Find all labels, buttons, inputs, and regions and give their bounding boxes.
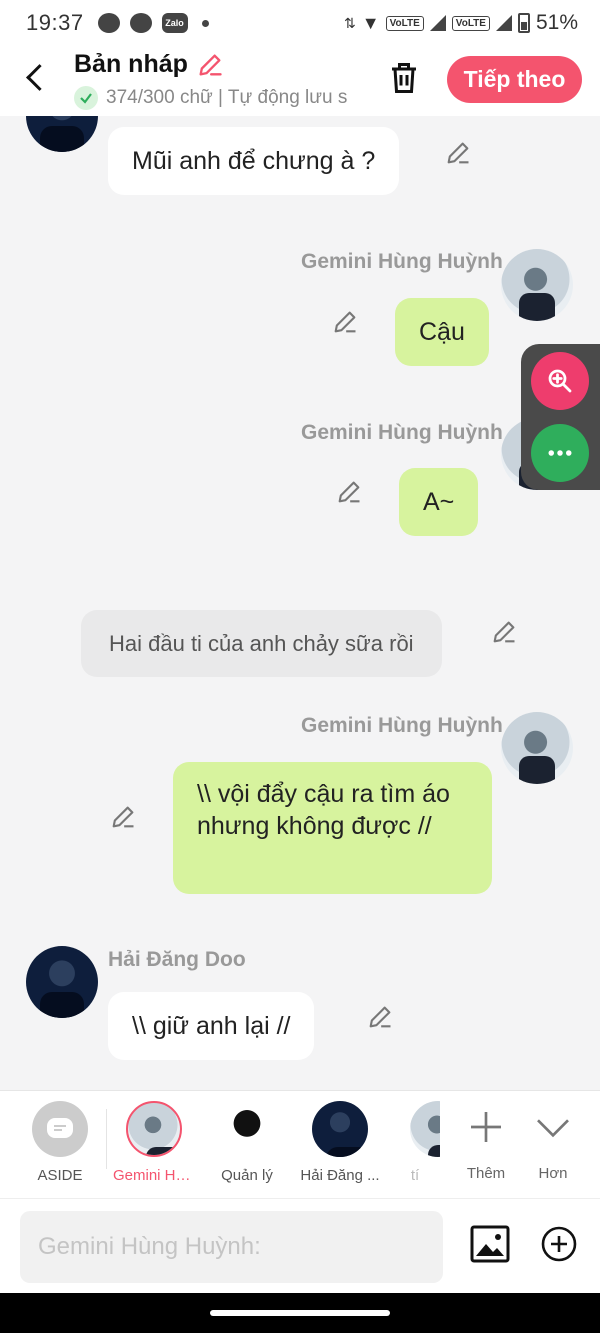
draft-title[interactable]: Bản nháp bbox=[74, 50, 224, 79]
word-count-status: 374/300 chữ | Tự động lưu s bbox=[74, 86, 364, 110]
volte-badge: VoLTE bbox=[385, 15, 424, 31]
avatar[interactable] bbox=[501, 249, 573, 321]
aside-chat-icon bbox=[32, 1101, 88, 1157]
message-bubble[interactable]: Mũi anh để chưng à ? bbox=[108, 127, 400, 195]
avatar bbox=[126, 1101, 182, 1157]
add-content-button[interactable] bbox=[540, 1225, 578, 1263]
message-bubble[interactable]: A~ bbox=[399, 468, 479, 536]
more-dots-icon bbox=[548, 450, 572, 456]
more-options-button[interactable] bbox=[531, 424, 589, 482]
messenger-icon bbox=[129, 13, 152, 33]
battery-icon bbox=[517, 13, 530, 33]
plus-icon bbox=[471, 1112, 501, 1142]
message-input[interactable] bbox=[20, 1211, 443, 1283]
divider bbox=[106, 1109, 107, 1169]
message-bubble[interactable]: \\ vội đẩy cậu ra tìm áo nhưng không đượ… bbox=[173, 762, 492, 894]
battery-percent: 51% bbox=[535, 11, 578, 34]
sender-name: Gemini Hùng Huỳnh bbox=[301, 421, 503, 444]
more-characters-button[interactable]: Hơn bbox=[518, 1103, 588, 1182]
character-partial[interactable]: tí bbox=[390, 1101, 440, 1184]
edit-pencil-icon[interactable] bbox=[331, 308, 359, 336]
wifi-icon: ▼ bbox=[361, 12, 380, 33]
floating-toolbox bbox=[521, 344, 600, 490]
word-count-text: 374/300 chữ | Tự động lưu s bbox=[106, 87, 348, 108]
avatar bbox=[219, 1101, 275, 1157]
chevron-down-icon bbox=[537, 1119, 569, 1138]
edit-pencil-icon[interactable] bbox=[490, 618, 518, 646]
sender-name: Hải Đăng Doo bbox=[108, 948, 246, 971]
page-title: Bản nháp bbox=[74, 50, 188, 78]
next-button[interactable]: Tiếp theo bbox=[447, 56, 582, 103]
chat-bubble-icon bbox=[97, 13, 120, 33]
avatar[interactable] bbox=[26, 116, 98, 152]
character-aside[interactable]: ASIDE bbox=[19, 1101, 101, 1184]
home-indicator[interactable] bbox=[210, 1310, 390, 1316]
clock: 19:37 bbox=[26, 10, 84, 35]
message-bubble[interactable]: \\ giữ anh lại // bbox=[108, 992, 315, 1060]
image-icon bbox=[470, 1225, 510, 1263]
back-arrow-icon[interactable] bbox=[22, 60, 52, 96]
notification-icons: Zalo bbox=[97, 13, 209, 33]
more-notifications-dot bbox=[201, 19, 209, 27]
character-gemini[interactable]: Gemini Hù... bbox=[113, 1101, 195, 1184]
chat-area[interactable]: Mũi anh để chưng à ? Gemini Hùng Huỳnh C… bbox=[0, 116, 600, 1090]
avatar[interactable] bbox=[26, 946, 98, 1018]
plus-circle-icon bbox=[541, 1226, 577, 1262]
volte-badge-2: VoLTE bbox=[451, 15, 490, 31]
edit-pencil-icon[interactable] bbox=[335, 478, 363, 506]
add-character-button[interactable]: Thêm bbox=[451, 1103, 521, 1182]
trash-icon[interactable] bbox=[386, 60, 422, 96]
data-arrows-icon: ⇅ bbox=[344, 14, 356, 31]
edit-pencil-icon[interactable] bbox=[366, 1003, 394, 1031]
edit-pencil-icon[interactable] bbox=[444, 139, 472, 167]
composer-bar bbox=[0, 1198, 600, 1293]
avatar bbox=[312, 1101, 368, 1157]
system-nav-bar bbox=[0, 1293, 600, 1333]
app-header: Bản nháp 374/300 chữ | Tự động lưu s Tiế… bbox=[0, 46, 600, 116]
edit-pencil-icon[interactable] bbox=[109, 803, 137, 831]
zoom-in-button[interactable] bbox=[531, 352, 589, 410]
character-hai-dang[interactable]: Hải Đăng ... bbox=[299, 1101, 381, 1184]
system-icons: ⇅ ▼ VoLTE VoLTE 51% bbox=[344, 11, 578, 35]
avatar[interactable] bbox=[501, 712, 573, 784]
aside-bubble[interactable]: Hai đầu ti của anh chảy sữa rồi bbox=[81, 610, 442, 677]
sender-name: Gemini Hùng Huỳnh bbox=[301, 714, 503, 737]
character-bar: ASIDE Gemini Hù... Quản lý Hải Đăng ... … bbox=[0, 1090, 600, 1198]
character-manager[interactable]: Quản lý bbox=[206, 1101, 288, 1184]
status-bar: 19:37 Zalo ⇅ ▼ VoLTE VoLTE 51% bbox=[0, 0, 600, 46]
zoom-in-icon bbox=[548, 369, 572, 393]
sender-name: Gemini Hùng Huỳnh bbox=[301, 250, 503, 273]
signal-icon bbox=[429, 15, 446, 31]
avatar bbox=[410, 1101, 440, 1157]
zalo-icon: Zalo bbox=[161, 13, 188, 33]
message-bubble[interactable]: Cậu bbox=[395, 298, 489, 366]
pencil-icon[interactable] bbox=[196, 51, 224, 79]
check-icon bbox=[74, 86, 98, 110]
insert-image-button[interactable] bbox=[470, 1225, 510, 1263]
signal-icon-2 bbox=[495, 15, 512, 31]
